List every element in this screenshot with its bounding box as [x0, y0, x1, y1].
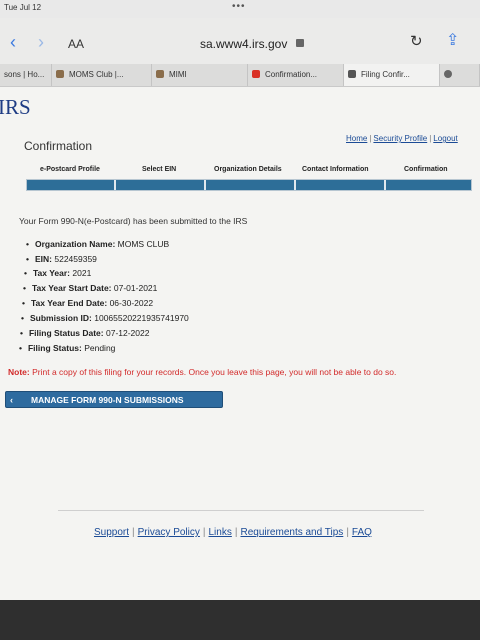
detail-value: Pending: [84, 343, 116, 353]
manage-submissions-button[interactable]: ‹ MANAGE FORM 990-N SUBMISSIONS: [5, 391, 223, 408]
tab-bar: sons | Ho... MOMS Club |... MIMI Confirm…: [0, 64, 480, 87]
detail-row: • Tax Year End Date: 06-30-2022: [22, 298, 154, 308]
note-text: Print a copy of this filing for your rec…: [32, 367, 397, 377]
detail-row: • EIN: 522459359: [26, 254, 97, 264]
detail-label: Tax Year Start Date:: [31, 283, 112, 293]
link-separator: |: [346, 527, 349, 538]
multitask-dots[interactable]: •••: [232, 1, 246, 12]
detail-value: 07-12-2022: [105, 328, 150, 338]
step-label: Confirmation: [404, 166, 448, 173]
tab-label: Confirmation...: [265, 70, 318, 79]
top-links: Home | Security Profile | Logout: [346, 134, 458, 143]
step-divider: [384, 180, 386, 190]
detail-label: Tax Year End Date:: [30, 298, 108, 308]
share-icon[interactable]: ⇪: [446, 30, 459, 50]
device-bezel: [0, 600, 480, 640]
tab-1[interactable]: sons | Ho...: [0, 64, 52, 86]
footer-links: Support | Privacy Policy | Links | Requirement…: [94, 527, 372, 538]
tab-4[interactable]: Confirmation...: [248, 64, 344, 86]
text-size-button[interactable]: AA: [68, 37, 84, 51]
address-bar: ‹ › AA sa.www4.irs.gov ↻ ⇪: [0, 18, 480, 64]
link-separator: |: [132, 527, 135, 538]
url-field[interactable]: sa.www4.irs.gov: [200, 37, 287, 51]
detail-label: Tax Year:: [32, 268, 71, 278]
irs-logo: IRS: [0, 95, 31, 119]
link-separator: |: [234, 527, 238, 538]
detail-label: Submission ID:: [29, 313, 92, 323]
site-icon: [56, 70, 64, 78]
home-link[interactable]: Home: [346, 134, 367, 143]
links-link[interactable]: Links: [209, 527, 232, 538]
detail-row: • Filing Status: Pending: [19, 343, 116, 353]
privacy-policy-link[interactable]: Privacy Policy: [138, 527, 200, 538]
print-note: Note: Print a copy of this filing for yo…: [8, 367, 396, 377]
requirements-tips-link[interactable]: Requirements and Tips: [240, 527, 343, 538]
gmail-icon: [252, 70, 260, 78]
detail-value: MOMS CLUB: [117, 239, 170, 249]
detail-value: 522459359: [54, 254, 97, 264]
detail-row: • Tax Year Start Date: 07-01-2021: [23, 283, 158, 293]
step-label: e-Postcard Profile: [40, 166, 100, 173]
progress-steps-bar: [26, 179, 472, 191]
detail-value: 2021: [72, 268, 92, 278]
detail-value: 06-30-2022: [109, 298, 154, 308]
page-title: Confirmation: [24, 139, 93, 153]
detail-row: • Submission ID: 10065520221935741970: [21, 313, 189, 323]
tab-2[interactable]: MOMS Club |...: [52, 64, 152, 86]
security-profile-link[interactable]: Security Profile: [373, 134, 427, 143]
status-time: Tue Jul 12: [4, 3, 42, 12]
site-icon: [156, 70, 164, 78]
link-separator: |: [429, 134, 432, 143]
step-label: Organization Details: [214, 166, 282, 173]
note-label: Note:: [8, 367, 30, 377]
back-icon[interactable]: ‹: [10, 32, 16, 53]
detail-label: EIN:: [34, 254, 52, 264]
reload-icon[interactable]: ↻: [410, 32, 423, 50]
web-page: IRS Confirmation Home | Security Profile | L…: [0, 87, 480, 600]
step-label: Contact Information: [302, 166, 369, 173]
detail-row: • Organization Name: MOMS CLUB: [26, 239, 170, 249]
logout-link[interactable]: Logout: [433, 134, 457, 143]
button-label: MANAGE FORM 990-N SUBMISSIONS: [31, 395, 184, 405]
step-divider: [204, 180, 206, 190]
step-labels: e-Postcard Profile Select EIN Organizati…: [26, 166, 472, 178]
forward-icon[interactable]: ›: [38, 32, 44, 53]
ipad-screen: Tue Jul 12 ••• ‹ › AA sa.www4.irs.gov ↻ …: [0, 0, 480, 600]
detail-label: Filing Status Date:: [28, 328, 104, 338]
status-bar: Tue Jul 12 •••: [0, 0, 480, 18]
support-link[interactable]: Support: [94, 527, 129, 538]
chevron-left-icon: ‹: [10, 395, 13, 405]
close-tab-icon[interactable]: [348, 70, 356, 78]
tab-label: MIMI: [169, 70, 187, 79]
detail-row: • Tax Year: 2021: [24, 268, 92, 278]
tab-6[interactable]: [440, 64, 480, 86]
detail-row: • Filing Status Date: 07-12-2022: [20, 328, 150, 338]
step-label: Select EIN: [142, 166, 177, 173]
link-separator: |: [369, 134, 372, 143]
detail-value: 07-01-2021: [113, 283, 158, 293]
tab-label: sons | Ho...: [4, 70, 45, 79]
detail-value: 10065520221935741970: [94, 313, 189, 323]
site-icon: [444, 70, 452, 78]
tab-3[interactable]: MIMI: [152, 64, 248, 86]
detail-label: Organization Name:: [34, 239, 116, 249]
footer-divider: [58, 510, 424, 511]
lock-icon: [296, 39, 304, 47]
tab-5-active[interactable]: Filing Confir...: [344, 64, 440, 86]
tab-label: Filing Confir...: [361, 70, 410, 79]
faq-link[interactable]: FAQ: [352, 527, 372, 538]
link-separator: |: [202, 527, 206, 538]
tab-label: MOMS Club |...: [69, 70, 124, 79]
submission-message: Your Form 990-N(e-Postcard) has been sub…: [19, 216, 248, 226]
step-divider: [114, 180, 116, 190]
detail-label: Filing Status:: [27, 343, 82, 353]
step-divider: [294, 180, 296, 190]
